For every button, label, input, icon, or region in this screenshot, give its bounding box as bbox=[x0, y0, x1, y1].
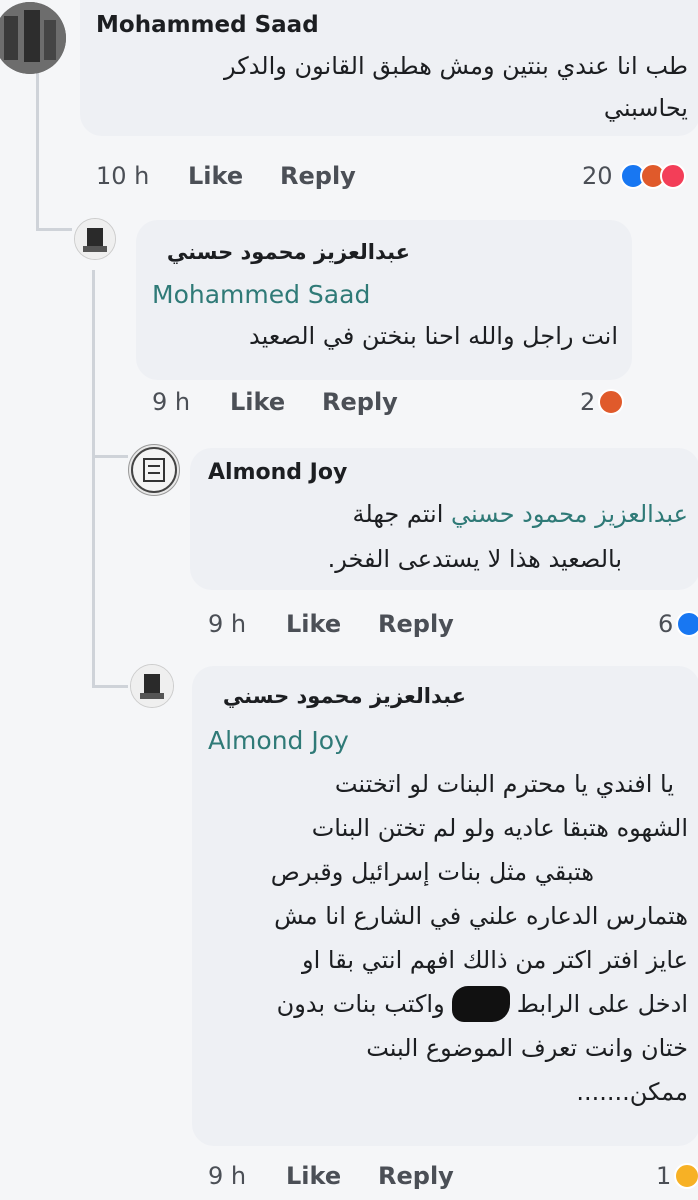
author-name[interactable]: Almond Joy bbox=[208, 460, 347, 485]
reaction-count[interactable]: 2 bbox=[580, 388, 595, 416]
thread-line bbox=[36, 228, 72, 231]
profile-photo-icon bbox=[131, 447, 177, 493]
love-icon bbox=[660, 163, 686, 189]
comment-text-line: انت راجل والله احنا بنختن في الصعيد bbox=[248, 322, 618, 350]
reply-button[interactable]: Reply bbox=[322, 388, 398, 416]
like-button[interactable]: Like bbox=[286, 610, 341, 638]
thread-line bbox=[92, 685, 128, 688]
reaction-count[interactable]: 20 bbox=[582, 162, 613, 190]
comment-text-line: طب انا عندي بنتين ومش هطبق القانون والدك… bbox=[224, 52, 688, 80]
comment-text-line: يا افندي يا محترم البنات لو اتختنت bbox=[334, 770, 674, 798]
reaction-count[interactable]: 1 bbox=[656, 1162, 671, 1190]
reply-button[interactable]: Reply bbox=[378, 1162, 454, 1190]
comment-text: انتم جهلة bbox=[352, 500, 444, 528]
timestamp: 9 h bbox=[208, 610, 247, 638]
profile-photo-icon bbox=[0, 2, 66, 74]
author-name[interactable]: Mohammed Saad bbox=[96, 12, 319, 38]
comment-text-line: عايز افتر اكتر من ذالك افهم انتي بقا او bbox=[302, 946, 688, 974]
like-button[interactable]: Like bbox=[230, 388, 285, 416]
comment-text-line: هتمارس الدعاره علني في الشارع انا مش bbox=[274, 902, 688, 930]
like-icon bbox=[676, 611, 698, 637]
comment-text-line: الشهوه هتبقا عاديه ولو لم تختن البنات bbox=[311, 814, 688, 842]
like-button[interactable]: Like bbox=[188, 162, 243, 190]
thread-line bbox=[92, 455, 128, 458]
comment-text-line: هتبقي مثل بنات إسرائيل وقبرص bbox=[270, 858, 594, 886]
mention-tag[interactable]: Almond Joy bbox=[208, 726, 349, 755]
haha-icon bbox=[674, 1163, 698, 1189]
thread-line bbox=[36, 70, 39, 230]
reaction-icons[interactable] bbox=[674, 1163, 698, 1189]
mention-tag[interactable]: عبدالعزيز محمود حسني bbox=[451, 500, 688, 528]
comment-text-line: ممكن....... bbox=[576, 1078, 688, 1106]
profile-photo-icon bbox=[75, 219, 115, 259]
timestamp: 10 h bbox=[96, 162, 150, 190]
avatar[interactable] bbox=[0, 2, 66, 74]
avatar[interactable] bbox=[130, 664, 174, 708]
timestamp: 9 h bbox=[152, 388, 191, 416]
reaction-icons[interactable] bbox=[620, 163, 686, 189]
reply-button[interactable]: Reply bbox=[280, 162, 356, 190]
author-name[interactable]: عبدالعزيز محمود حسني bbox=[223, 684, 466, 708]
avatar[interactable] bbox=[74, 218, 116, 260]
thread-line bbox=[92, 455, 95, 687]
reaction-icons[interactable] bbox=[676, 611, 698, 637]
reply-button[interactable]: Reply bbox=[378, 610, 454, 638]
comment-text-line: يحاسبني bbox=[603, 94, 688, 122]
like-button[interactable]: Like bbox=[286, 1162, 341, 1190]
redaction-scribble bbox=[452, 986, 510, 1022]
reaction-count[interactable]: 6 bbox=[658, 610, 673, 638]
reaction-icons[interactable] bbox=[598, 389, 624, 415]
author-name[interactable]: عبدالعزيز محمود حسني bbox=[167, 240, 410, 264]
timestamp: 9 h bbox=[208, 1162, 247, 1190]
comment-text-line: ختان وانت تعرف الموضوع البنت bbox=[366, 1034, 688, 1062]
profile-photo-icon bbox=[131, 665, 173, 707]
thread-line bbox=[92, 270, 95, 455]
mention-tag[interactable]: Mohammed Saad bbox=[152, 280, 370, 309]
comment-text-line: بالصعيد هذا لا يستدعى الفخر. bbox=[327, 545, 622, 573]
comment-text-line: عبدالعزيز محمود حسني انتم جهلة bbox=[353, 500, 689, 528]
angry-icon bbox=[598, 389, 624, 415]
avatar[interactable] bbox=[128, 444, 180, 496]
